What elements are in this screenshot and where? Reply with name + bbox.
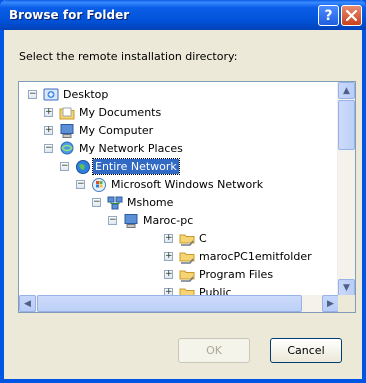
tree-item-maroc-pc[interactable]: − Maroc-pc [19, 213, 349, 229]
shared-folder-icon [179, 270, 195, 282]
tree-item-label: My Computer [79, 124, 154, 137]
close-button[interactable] [341, 5, 362, 26]
scroll-down-button[interactable]: ▼ [338, 279, 355, 296]
tree-item-desktop[interactable]: − Desktop [19, 87, 349, 103]
vertical-scrollbar[interactable]: ▲ ▼ [337, 82, 355, 296]
scroll-right-button[interactable]: ▶ [322, 295, 339, 312]
title-bar[interactable]: Browse for Folder ? [0, 0, 366, 30]
tree-item-my-documents[interactable]: + My Documents [19, 105, 349, 121]
folder-tree[interactable]: − Desktop + My Documents + My Computer −… [18, 81, 356, 313]
tree-item-my-network-places[interactable]: − My Network Places [19, 141, 349, 157]
prompt-text: Select the remote installation directory… [19, 50, 238, 63]
close-icon [346, 10, 357, 21]
globe-icon [76, 160, 90, 174]
tree-item-label: Microsoft Windows Network [111, 178, 264, 191]
chevron-left-icon: ◀ [24, 298, 31, 309]
collapse-toggle[interactable]: − [76, 180, 85, 189]
windows-network-icon [92, 178, 106, 192]
tree-item-label: C [199, 232, 207, 245]
tree-item-c-share[interactable]: + C [19, 231, 349, 247]
scroll-up-button[interactable]: ▲ [338, 82, 355, 99]
browse-folder-dialog: Browse for Folder ? Select the remote in… [0, 0, 366, 383]
shared-folder-icon [179, 252, 195, 264]
tree-item-label: My Documents [79, 106, 162, 119]
scrollbar-corner [338, 295, 355, 312]
tree-item-label: Maroc-pc [143, 214, 194, 227]
expand-toggle[interactable]: + [164, 234, 173, 243]
tree-item-microsoft-windows-network[interactable]: − Microsoft Windows Network [19, 177, 349, 193]
collapse-toggle[interactable]: − [60, 162, 69, 171]
tree-item-label: My Network Places [79, 142, 183, 155]
tree-item-label: Desktop [63, 88, 109, 101]
workgroup-icon [107, 196, 123, 210]
chevron-up-icon: ▲ [343, 85, 350, 96]
horizontal-scroll-thumb[interactable] [37, 295, 302, 312]
tree-item-label: Program Files [199, 268, 274, 281]
ok-button[interactable]: OK [178, 338, 250, 363]
folder-icon [59, 107, 75, 120]
chevron-right-icon: ▶ [327, 298, 334, 309]
horizontal-scrollbar[interactable]: ◀ ▶ [19, 295, 339, 312]
tree-item-entire-network[interactable]: − Entire Network [19, 158, 349, 175]
tree-item-marocpc1emitfolder[interactable]: + marocPC1emitfolder [19, 249, 349, 265]
tree-item-label: marocPC1emitfolder [199, 250, 312, 263]
tree-item-my-computer[interactable]: + My Computer [19, 123, 349, 139]
collapse-toggle[interactable]: − [108, 216, 117, 225]
expand-toggle[interactable]: + [164, 252, 173, 261]
tree-item-mshome[interactable]: − Mshome [19, 195, 349, 211]
collapse-toggle[interactable]: − [28, 90, 37, 99]
collapse-toggle[interactable]: − [44, 144, 53, 153]
expand-toggle[interactable]: + [164, 270, 173, 279]
expand-toggle[interactable]: + [44, 108, 53, 117]
network-places-icon [60, 141, 74, 155]
tree-item-label: Entire Network [92, 158, 180, 175]
tree-item-program-files[interactable]: + Program Files [19, 267, 349, 283]
cancel-button[interactable]: Cancel [270, 338, 342, 363]
tree-item-label: Mshome [127, 196, 174, 209]
shared-folder-icon [179, 234, 195, 246]
computer-icon [60, 124, 74, 138]
collapse-toggle[interactable]: − [92, 198, 101, 207]
expand-toggle[interactable]: + [44, 126, 53, 135]
vertical-scroll-thumb[interactable] [338, 100, 355, 150]
help-button[interactable]: ? [318, 5, 339, 26]
desktop-icon [43, 88, 59, 101]
chevron-down-icon: ▼ [343, 282, 350, 293]
window-title: Browse for Folder [9, 8, 130, 22]
computer-icon [124, 214, 138, 228]
help-icon: ? [324, 7, 333, 24]
scroll-left-button[interactable]: ◀ [19, 295, 36, 312]
